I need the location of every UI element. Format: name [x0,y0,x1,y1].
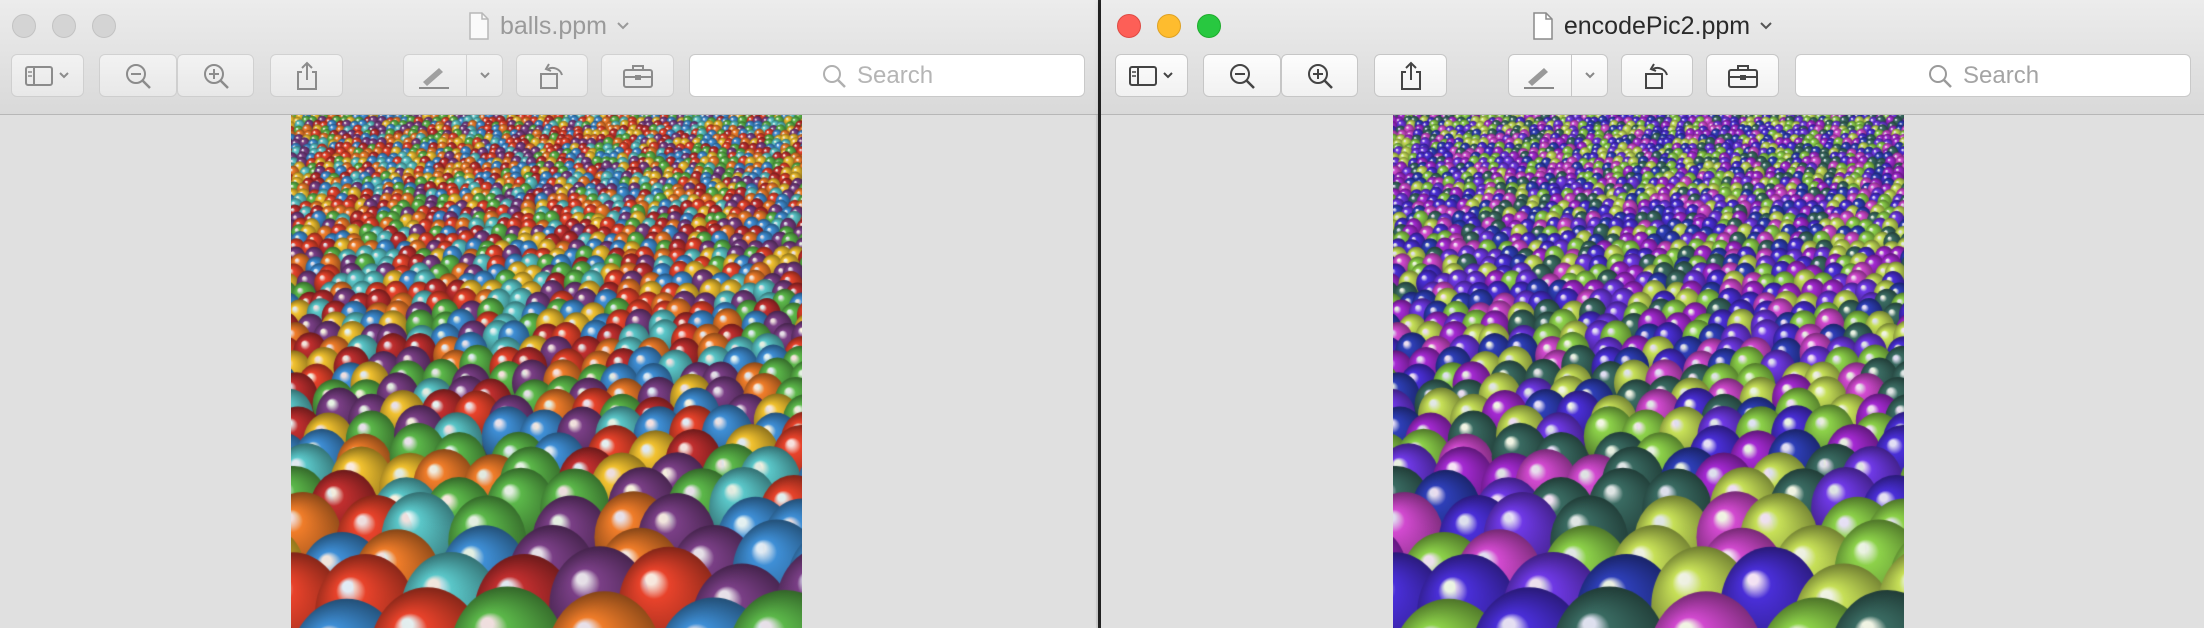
markup-button[interactable] [1508,54,1608,97]
sidebar-icon [1128,65,1173,86]
sidebar-button[interactable] [1115,54,1188,97]
document-view[interactable] [1101,115,2204,628]
window-title[interactable]: balls.ppm [0,10,1098,42]
document-icon [1533,12,1553,40]
share-button[interactable] [270,54,343,97]
title-bar[interactable]: balls.ppm [0,0,1098,115]
zoom-in-icon [1307,63,1333,89]
zoom-in-button[interactable] [177,54,254,97]
toolbox-button[interactable] [1706,54,1779,97]
encoded-ball-pit-image [1393,115,1904,628]
share-icon [296,61,317,90]
rotate-button[interactable] [1621,54,1693,97]
sidebar-icon [24,65,69,86]
search-icon [1929,64,1952,88]
zoom-in-icon [203,63,229,89]
markup-button[interactable] [403,54,503,97]
sidebar-button[interactable] [11,54,84,97]
preview-window-balls: balls.ppm [0,0,1098,628]
search-icon [823,64,846,88]
window-title-text: encodePic2.ppm [1563,11,1751,40]
search-input[interactable] [1963,61,2059,90]
ball-pit-image [291,115,802,628]
toolbox-icon [622,64,653,88]
search-input[interactable] [857,61,953,90]
rotate-icon [1645,62,1668,89]
chevron-down-icon [617,22,629,30]
search-field[interactable] [689,54,1085,97]
document-view[interactable] [0,115,1098,628]
image-encodepic2 [1393,115,1904,628]
preview-window-encodepic2: encodePic2.ppm [1101,0,2204,628]
image-balls [291,115,802,628]
toolbox-button[interactable] [601,54,674,97]
share-button[interactable] [1374,54,1447,97]
zoom-out-icon [126,63,151,89]
markup-pen-icon [1524,67,1595,89]
chevron-down-icon [1760,22,1772,30]
document-icon [469,12,489,40]
window-title[interactable]: encodePic2.ppm [1101,10,2204,42]
zoom-out-button[interactable] [1203,54,1281,97]
share-icon [1400,61,1421,90]
rotate-icon [540,62,563,89]
search-field[interactable] [1795,54,2191,97]
window-edge [1096,115,1098,628]
toolbox-icon [1727,64,1758,88]
markup-pen-icon [419,67,490,89]
zoom-out-button[interactable] [99,54,177,97]
zoom-in-button[interactable] [1281,54,1358,97]
zoom-out-icon [1230,63,1255,89]
rotate-button[interactable] [516,54,588,97]
title-bar[interactable]: encodePic2.ppm [1101,0,2204,115]
window-title-text: balls.ppm [500,11,607,40]
